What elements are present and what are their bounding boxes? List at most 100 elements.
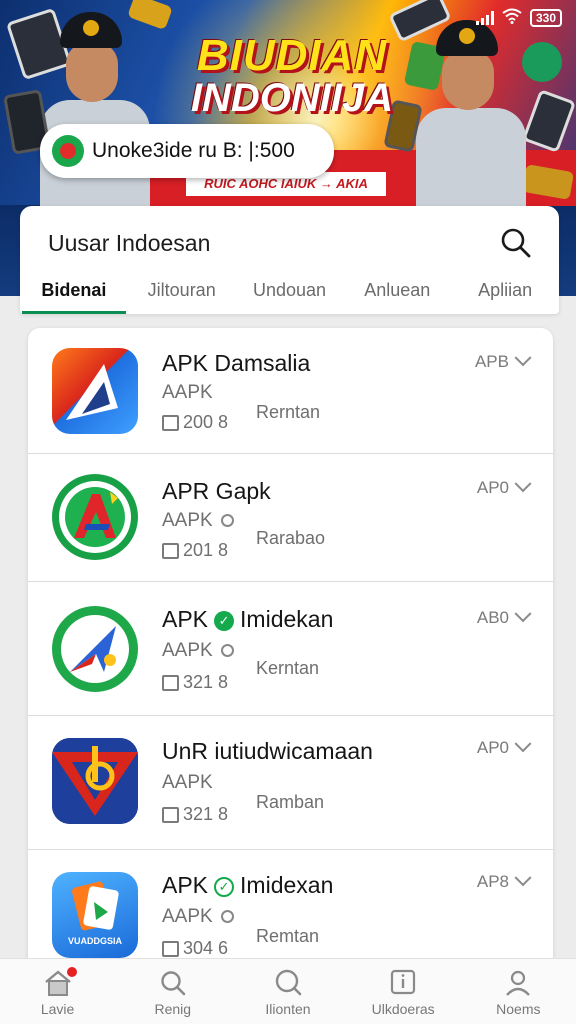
app-status: Kerntan	[256, 658, 320, 678]
category-tabs: Bidenai Jiltouran Undouan Anluean Apliia…	[20, 276, 559, 314]
status-bar: 330	[475, 8, 562, 27]
nav-item-profile[interactable]: Noems	[461, 959, 576, 1024]
profile-icon	[503, 969, 533, 997]
clock-icon	[220, 514, 234, 528]
chevron-down-icon	[514, 475, 532, 493]
chevron-down-icon	[514, 349, 532, 367]
app-status: Remtan	[256, 926, 320, 946]
tab-jiltouran[interactable]: Jiltouran	[128, 276, 236, 314]
nav-label: Ulkdoeras	[371, 1001, 435, 1017]
verified-icon: ✓	[214, 610, 235, 631]
app-tag-dropdown[interactable]: APB	[474, 349, 532, 372]
app-icon-red-blue-b	[52, 738, 138, 824]
app-list: APK Damsalia AAPK 200 8 Rerntan APB APR …	[28, 328, 553, 960]
nav-label: Lavie	[40, 1001, 75, 1017]
notification-dot	[66, 967, 77, 977]
package-icon	[162, 806, 179, 823]
app-name: APK Damsalia	[162, 350, 311, 376]
app-type-label: AAPK	[162, 640, 213, 661]
app-tag-dropdown[interactable]: AP0	[476, 735, 532, 758]
nav-item-updates[interactable]: Ulkdoeras	[346, 959, 461, 1024]
app-name: UnR iutiudwicamaan	[162, 738, 373, 764]
app-icon-caption: VUADDGSIA	[67, 936, 122, 946]
info-icon	[388, 969, 418, 997]
app-status: Ramban	[256, 792, 325, 812]
package-icon	[162, 542, 179, 559]
app-tag-dropdown[interactable]: AP8	[476, 869, 532, 892]
signal-icon	[475, 10, 494, 25]
app-icon-green-plane	[52, 606, 138, 692]
nav-item-discover[interactable]: Ilionten	[230, 959, 345, 1024]
clock-icon	[220, 910, 234, 924]
package-icon	[162, 940, 179, 957]
wifi-icon	[502, 8, 522, 27]
officer-left-image	[3, 12, 170, 220]
nav-item-home[interactable]: Lavie	[0, 959, 115, 1024]
banner-title: BIUDIAN INDONIIJA	[172, 34, 412, 120]
tab-undouan[interactable]: Undouan	[236, 276, 344, 314]
app-tag-label: AP0	[476, 478, 509, 497]
app-type-label: AAPK	[162, 510, 213, 531]
app-size: 321 8	[162, 804, 228, 825]
app-name-text: Imidekan	[240, 606, 334, 632]
app-tag-dropdown[interactable]: AP0	[476, 475, 532, 498]
tab-bidenai[interactable]: Bidenai	[20, 276, 128, 314]
battery-icon: 330	[529, 8, 562, 27]
bottom-nav: Lavie Renig Ilionten Ulkdoeras Noems	[0, 958, 576, 1024]
app-size: 304 6	[162, 938, 228, 959]
list-item[interactable]: VUADDGSIA APK ✓ Imidexan AAPK 304 6 Remtan…	[28, 850, 553, 960]
app-size-value: 200 8	[183, 412, 229, 432]
flag-icon	[52, 135, 84, 167]
banner-title-line2: INDONIIJA	[190, 76, 394, 120]
app-type: AAPK	[162, 382, 213, 403]
app-type: AAPK	[162, 510, 234, 532]
search-button[interactable]	[499, 226, 533, 260]
app-size-value: 321 8	[183, 672, 229, 692]
app-status: Rerntan	[256, 402, 321, 422]
app-type: AAPK	[162, 640, 234, 662]
list-item[interactable]: APR Gapk AAPK 201 8 Rarabao AP0	[28, 454, 553, 582]
app-tag-dropdown[interactable]: AB0	[476, 605, 532, 628]
page-title: Uusar Indoesan	[48, 230, 211, 256]
app-icon-red-blue-a	[52, 348, 138, 434]
officer-right-image	[383, 20, 546, 228]
chevron-down-icon	[514, 605, 532, 623]
app-tag-label: AB0	[476, 608, 509, 627]
nav-label: Noems	[496, 1001, 541, 1017]
list-item[interactable]: UnR iutiudwicamaan AAPK 321 8 Ramban AP0	[28, 716, 553, 850]
app-type: AAPK	[162, 906, 234, 928]
app-tag-label: AP8	[476, 872, 509, 891]
chevron-down-icon	[514, 869, 532, 887]
app-name-prefix: APK	[162, 872, 209, 898]
search-icon	[273, 969, 303, 997]
clock-icon	[220, 644, 234, 658]
package-icon	[162, 674, 179, 691]
nav-label: Ilionten	[265, 1001, 311, 1017]
app-size: 321 8	[162, 672, 228, 693]
app-size-value: 201 8	[183, 540, 229, 560]
app-name-text: Imidexan	[240, 872, 334, 898]
list-item[interactable]: APK Damsalia AAPK 200 8 Rerntan APB	[28, 328, 553, 454]
app-name: APK ✓ Imidexan	[162, 872, 333, 899]
app-name: APK ✓ Imidekan	[162, 606, 333, 633]
app-tag-label: APB	[474, 352, 509, 371]
app-icon-blue-card: VUADDGSIA	[52, 872, 138, 958]
app-size: 200 8	[162, 412, 228, 433]
promo-pill[interactable]: Unoke3ide ru B: |:500	[40, 124, 334, 178]
search-icon	[501, 228, 531, 258]
list-item[interactable]: APK ✓ Imidekan AAPK 321 8 Kerntan AB0	[28, 582, 553, 716]
app-name-prefix: APK	[162, 606, 209, 632]
app-status: Rarabao	[256, 528, 326, 548]
app-icon-green-a	[52, 474, 138, 560]
promo-text: Unoke3ide ru B: |:500	[92, 139, 295, 162]
package-icon	[162, 414, 179, 431]
chevron-down-icon	[514, 735, 532, 753]
nav-label: Renig	[154, 1001, 192, 1017]
nav-item-search[interactable]: Renig	[115, 959, 230, 1024]
app-size: 201 8	[162, 540, 228, 561]
app-tag-label: AP0	[476, 738, 509, 757]
app-type-label: AAPK	[162, 906, 213, 927]
tab-apliian[interactable]: Apliian	[451, 276, 559, 314]
verified-icon: ✓	[214, 876, 235, 897]
tab-anluean[interactable]: Anluean	[343, 276, 451, 314]
